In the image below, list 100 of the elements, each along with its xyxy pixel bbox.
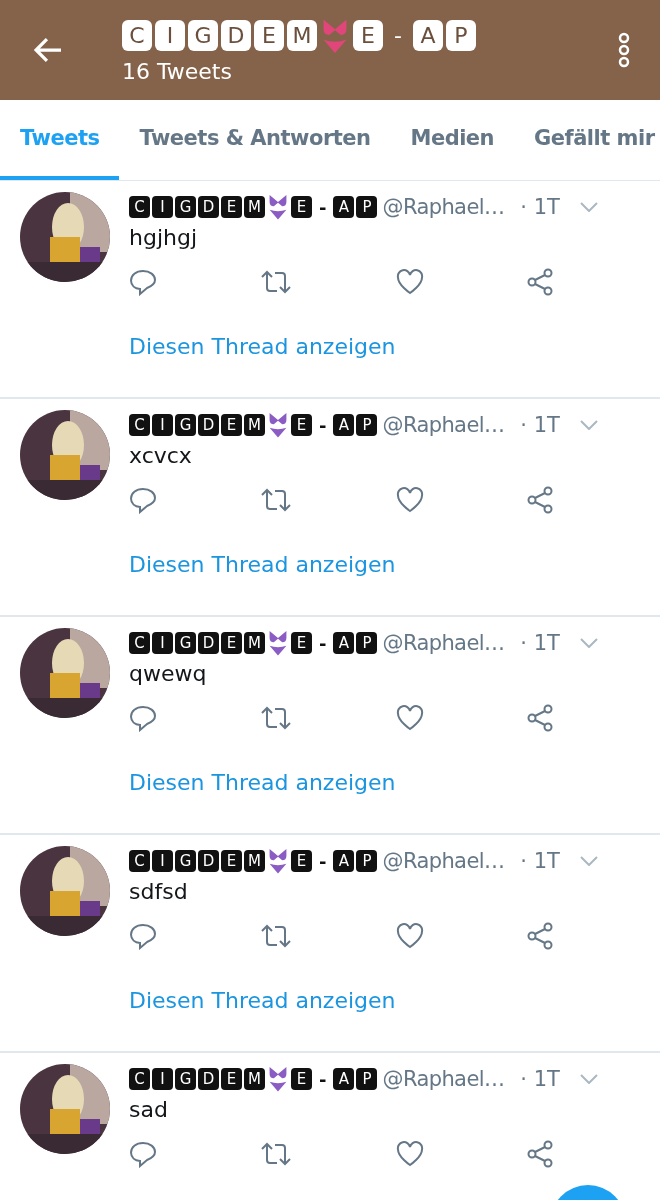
retweet-icon[interactable] <box>259 922 294 950</box>
retweet-icon[interactable] <box>259 486 294 514</box>
reply-icon[interactable] <box>129 486 157 514</box>
name-letter: M <box>287 20 317 51</box>
name-letter: G <box>175 414 196 436</box>
reply-icon[interactable] <box>129 704 157 732</box>
name-letter: A <box>333 1068 355 1090</box>
name-letter: I <box>152 1068 173 1090</box>
name-letter: C <box>129 414 150 436</box>
name-letter: D <box>198 414 219 436</box>
name-letter: D <box>198 850 219 872</box>
name-letter: E <box>291 632 312 654</box>
show-thread-link[interactable]: Diesen Thread anzeigen <box>129 770 660 795</box>
name-letter: M <box>244 632 265 654</box>
bikini-icon <box>267 1065 289 1093</box>
share-icon[interactable] <box>526 704 554 732</box>
name-letter: G <box>175 196 196 218</box>
name-letter: M <box>244 196 265 218</box>
reply-icon[interactable] <box>129 268 157 296</box>
tweet-count: 16 Tweets <box>122 58 233 84</box>
name-letter: P <box>356 414 378 436</box>
name-letter: I <box>152 632 173 654</box>
show-thread-link[interactable]: Diesen Thread anzeigen <box>129 988 660 1013</box>
bikini-icon <box>267 193 289 221</box>
name-letter: P <box>445 20 476 51</box>
name-letter: A <box>333 414 355 436</box>
bikini-icon <box>267 629 289 657</box>
tweet-text: sad <box>129 1097 169 1122</box>
name-dash: - <box>319 196 327 218</box>
name-letter: C <box>122 20 152 51</box>
bikini-icon <box>267 411 289 439</box>
name-letter: E <box>221 414 242 436</box>
name-letter: P <box>356 196 378 218</box>
user-handle: @Raphael… <box>382 195 505 219</box>
name-letter: M <box>244 414 265 436</box>
tweet-time: · 1T <box>520 631 560 655</box>
name-letter: I <box>155 20 185 51</box>
name-letter: E <box>221 1068 242 1090</box>
heart-icon[interactable] <box>395 705 424 731</box>
show-thread-link[interactable]: Diesen Thread anzeigen <box>129 334 660 359</box>
back-icon[interactable] <box>32 37 64 63</box>
share-icon[interactable] <box>526 268 554 296</box>
name-letter: E <box>291 850 312 872</box>
share-icon[interactable] <box>526 922 554 950</box>
reply-icon[interactable] <box>129 922 157 950</box>
name-letter: G <box>175 850 196 872</box>
tab[interactable]: Medien <box>390 100 515 180</box>
name-letter: D <box>198 196 219 218</box>
tweet-time: · 1T <box>520 849 560 873</box>
tweet-text: xcvcx <box>129 443 193 468</box>
tweet-time: · 1T <box>520 1067 560 1091</box>
name-letter: M <box>244 1068 265 1090</box>
share-icon[interactable] <box>526 486 554 514</box>
tweet-text: sdfsd <box>129 879 189 904</box>
name-letter: I <box>152 414 173 436</box>
heart-icon[interactable] <box>395 487 424 513</box>
name-letter: E <box>353 20 383 51</box>
name-letter: A <box>333 196 355 218</box>
name-letter: C <box>129 196 150 218</box>
tweet-text: qwewq <box>129 661 208 686</box>
user-handle: @Raphael… <box>382 413 505 437</box>
tab[interactable]: Gefällt mir <box>514 100 660 180</box>
name-letter: E <box>221 632 242 654</box>
heart-icon[interactable] <box>395 1141 424 1167</box>
name-letter: I <box>152 196 173 218</box>
user-handle: @Raphael… <box>382 631 505 655</box>
heart-icon[interactable] <box>395 269 424 295</box>
tweet-time: · 1T <box>520 195 560 219</box>
tab[interactable]: Tweets <box>0 100 120 180</box>
name-letter: E <box>291 414 312 436</box>
name-letter: A <box>333 850 355 872</box>
name-letter: M <box>244 850 265 872</box>
name-letter: E <box>291 1068 312 1090</box>
name-letter: G <box>188 20 218 51</box>
name-letter: I <box>152 850 173 872</box>
heart-icon[interactable] <box>395 923 424 949</box>
retweet-icon[interactable] <box>259 704 294 732</box>
name-letter: D <box>198 1068 219 1090</box>
retweet-icon[interactable] <box>259 1140 294 1168</box>
name-dash: - <box>319 1068 327 1090</box>
name-letter: P <box>356 632 378 654</box>
tab[interactable]: Tweets & Antworten <box>119 100 391 180</box>
name-letter: A <box>412 20 443 51</box>
more-icon[interactable] <box>618 32 630 68</box>
name-dash: - <box>319 632 327 654</box>
name-letter: C <box>129 632 150 654</box>
name-letter: E <box>291 196 312 218</box>
share-icon[interactable] <box>526 1140 554 1168</box>
reply-icon[interactable] <box>129 1140 157 1168</box>
name-letter: D <box>221 20 251 51</box>
retweet-icon[interactable] <box>259 268 294 296</box>
user-handle: @Raphael… <box>382 1067 505 1091</box>
bikini-icon <box>267 847 289 875</box>
show-thread-link[interactable]: Diesen Thread anzeigen <box>129 552 660 577</box>
name-letter: E <box>221 850 242 872</box>
name-dash: - <box>394 23 402 48</box>
name-letter: A <box>333 632 355 654</box>
name-dash: - <box>319 414 327 436</box>
name-letter: P <box>356 850 378 872</box>
name-dash: - <box>319 850 327 872</box>
